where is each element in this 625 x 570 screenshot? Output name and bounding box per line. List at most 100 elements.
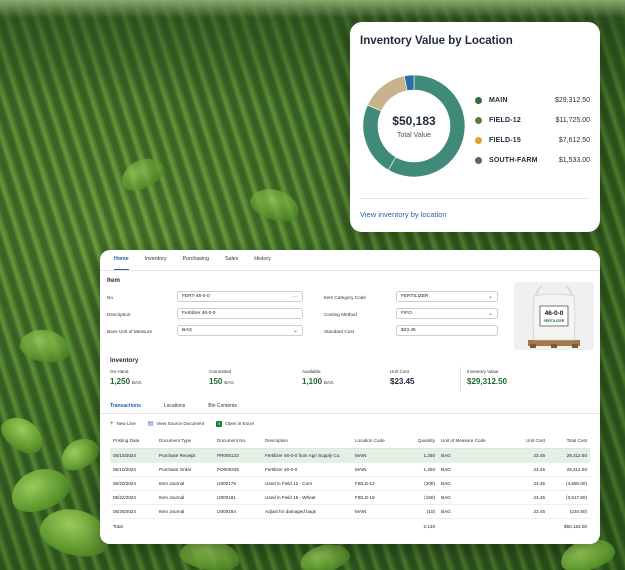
legend-name: SOUTH-FARM [489, 156, 538, 164]
bag-label-top: 46-0-0 [545, 310, 564, 317]
inventory-section-title: Inventory [110, 357, 139, 364]
table-cell: (150) [406, 490, 438, 505]
card-divider [360, 198, 590, 199]
table-row[interactable]: 05/20/2024 Item Journal IJ000178 Used in… [110, 476, 590, 491]
more-options-icon[interactable]: ··· [292, 294, 298, 300]
table-header-row: Posting Date Document Type Document No. … [110, 434, 590, 449]
table-cell: 29,312.50 [548, 462, 590, 477]
table-cell: (200) [406, 476, 438, 491]
base-uom-select[interactable]: BAG ⌄ [177, 325, 303, 336]
column-header[interactable]: Posting Date [110, 434, 156, 449]
available-label: Available [302, 369, 321, 374]
chevron-down-icon: ⌄ [487, 311, 493, 317]
table-cell: (3,517.50) [548, 490, 590, 505]
column-header[interactable]: Description [262, 434, 352, 449]
table-cell [156, 518, 214, 534]
table-cell: FIELD-15 [352, 490, 406, 505]
donut-slice [367, 75, 408, 112]
no-field[interactable]: FERT-46-0-0 ··· [177, 291, 303, 302]
view-source-document-button[interactable]: ▤ View Source Document [148, 420, 205, 427]
table-cell: Fertilizer 46-0-0 from Agri Supply Co. [262, 448, 352, 463]
legend-name: MAIN [489, 96, 508, 104]
committed-unit: BAG [224, 380, 234, 385]
available-number: 1,100 [302, 377, 323, 386]
tab-purchasing[interactable]: Purchasing [183, 256, 210, 270]
table-cell: BAG [438, 476, 504, 491]
table-cell: 23.45 [504, 476, 548, 491]
column-header[interactable]: Unit Cost [504, 434, 548, 449]
tab-history[interactable]: History [254, 256, 270, 270]
table-row[interactable]: 05/10/2024 Purchase Order PO000345 Ferti… [110, 462, 590, 477]
legend-dot [475, 96, 482, 104]
column-header[interactable]: Location Code [352, 434, 406, 449]
table-cell: BAG [438, 504, 504, 519]
tabs-divider [100, 270, 600, 271]
card-title: Inventory Value by Location [360, 35, 513, 47]
tab-inventory[interactable]: Inventory [145, 256, 167, 270]
costing-select[interactable]: FIFO ⌄ [396, 308, 498, 319]
table-cell: 1,250 [406, 448, 438, 463]
category-value: FERTILIZER [401, 294, 429, 299]
category-select[interactable]: FERTILIZER ⌄ [396, 291, 498, 302]
location-legend: MAIN $29,312.50 FIELD-12 $11,725.00 FIEL… [475, 90, 590, 170]
column-header[interactable]: Quantity [406, 434, 438, 449]
column-header[interactable]: Unit of Measure Code [438, 434, 504, 449]
table-cell: 23.45 [504, 504, 548, 519]
view-inventory-by-location-link[interactable]: View inventory by location [360, 210, 447, 219]
donut-chart: $50,183 Total Value [362, 74, 466, 178]
table-cell [438, 518, 504, 534]
item-card: Home Inventory Purchasing Sales History … [100, 250, 600, 544]
column-header[interactable]: Document No. [214, 434, 262, 449]
tab-sales[interactable]: Sales [225, 256, 238, 270]
table-cell: Item Journal [156, 490, 214, 505]
legend-dot [475, 116, 482, 124]
no-label: No. [107, 295, 115, 300]
table-cell: Item Journal [156, 504, 214, 519]
new-line-button[interactable]: + New Line [110, 420, 136, 427]
standard-cost-label: Standard Cost [324, 329, 354, 334]
table-cell: BAG [438, 490, 504, 505]
base-uom-value: BAG [182, 328, 193, 333]
table-row[interactable]: 05/25/2024 Item Journal IJ000184 Adjust … [110, 504, 590, 519]
table-cell: 05/25/2024 [110, 504, 156, 519]
inventory-separator [460, 367, 461, 391]
open-in-excel-button[interactable]: x Open in Excel [216, 420, 254, 427]
table-cell: IJ000178 [214, 476, 262, 491]
bag-label-bottom: FERTILIZER [544, 319, 565, 323]
column-header[interactable]: Document Type [156, 434, 214, 449]
plus-icon: + [110, 420, 114, 427]
table-cell: BAG [438, 462, 504, 477]
table-cell: 05/15/2024 [110, 448, 156, 463]
table-cell: 23.45 [504, 490, 548, 505]
item-section-title: Item [107, 277, 120, 284]
committed-label: Committed [209, 369, 232, 374]
column-header[interactable]: Total Cost [548, 434, 590, 449]
table-cell: 1,250 [406, 462, 438, 477]
legend-value: $1,533.00 [558, 156, 590, 164]
table-toolbar: + New Line ▤ View Source Document x Open… [110, 420, 254, 427]
unit-cost-label: Unit Cost [390, 369, 409, 374]
legend-value: $11,725.00 [555, 116, 590, 124]
fertilizer-bag-image: 46-0-0 FERTILIZER [514, 282, 594, 350]
table-cell: MAIN [352, 448, 406, 463]
new-line-label: New Line [116, 421, 136, 426]
table-cell: 23.45 [504, 462, 548, 477]
standard-cost-field[interactable]: $23.45 [396, 325, 498, 336]
committed-value: 150 BAG [209, 377, 234, 386]
table-cell [352, 518, 406, 534]
chevron-down-icon: ⌄ [292, 328, 298, 334]
table-cell: MAIN [352, 462, 406, 477]
donut-total-label: Total Value [396, 132, 432, 139]
inventory-value-card: Inventory Value by Location $50,183 Tota… [350, 22, 600, 232]
table-cell: (10) [406, 504, 438, 519]
table-row[interactable]: 05/15/2024 Purchase Receipt PR000123 Fer… [110, 448, 590, 463]
table-cell: (234.50) [548, 504, 590, 519]
table-row[interactable]: 05/22/2024 Item Journal IJ000181 Used in… [110, 490, 590, 505]
committed-number: 150 [209, 377, 223, 386]
description-field[interactable]: Fertilizer 46-0-0 [177, 308, 303, 319]
table-cell: (4,690.00) [548, 476, 590, 491]
tab-home[interactable]: Home [114, 256, 129, 270]
table-cell: 05/20/2024 [110, 476, 156, 491]
table-cell: PO000345 [214, 462, 262, 477]
table-cell [504, 518, 548, 534]
